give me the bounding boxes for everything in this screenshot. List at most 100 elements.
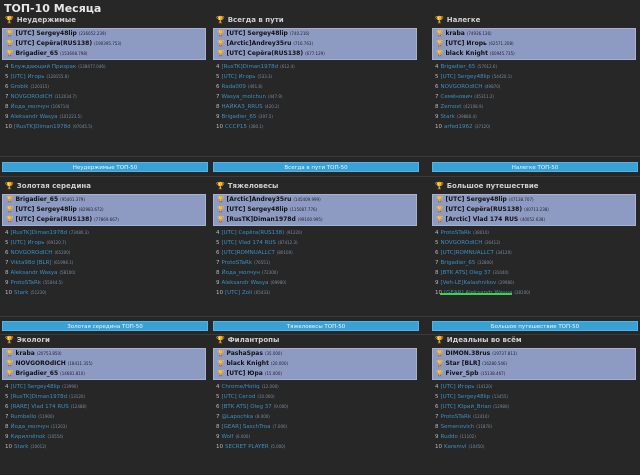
list-item[interactable]: 10 СССР15 (380.1) — [213, 122, 417, 132]
player-name[interactable]: [UTC] Юра — [226, 370, 262, 377]
top3-row[interactable]: 🏆 [UTC] Cepёra(RUS138) (190395.753) — [3, 39, 205, 49]
top50-button[interactable]: Неудержимые ТОП-50 — [2, 162, 208, 172]
player-link[interactable]: Ruddo — [441, 434, 458, 440]
top3-row[interactable]: 🏆 [UTC] Sergey48lip (47138.707) — [433, 195, 635, 205]
player-link[interactable]: [RusTK]Diman1978d — [14, 124, 71, 130]
list-item[interactable]: 9 Brigadier_65 (397.5) — [213, 112, 417, 122]
player-link[interactable]: Brigadier_65 — [441, 64, 476, 70]
player-name[interactable]: NOVGOROdICH — [15, 360, 65, 367]
player-link[interactable]: Chrome/Hotiq — [222, 384, 260, 390]
list-item[interactable]: 7 ProtoSTaRk (76551) — [213, 258, 417, 268]
list-item[interactable]: 9 Кириллёnok (10554) — [2, 432, 206, 442]
list-item[interactable]: 10 Stark (51230) — [2, 288, 206, 298]
player-link[interactable]: Aleksandr Wasya — [11, 270, 58, 276]
player-link[interactable]: arfed1962 — [444, 124, 472, 130]
player-link[interactable]: СССР15 — [225, 124, 247, 130]
list-item[interactable]: 6 [UTC] Юрий_Brian (12980) — [432, 402, 636, 412]
top3-row[interactable]: 🏆 [UTC] Cepёra(RUS138) (677.129) — [214, 49, 416, 59]
player-link[interactable]: [UTC] Юрий_Brian — [441, 404, 492, 410]
top3-row[interactable]: 🏆 [RusTK]Diman1978d (99160.995) — [214, 215, 416, 225]
player-link[interactable]: Йода_молчун — [222, 270, 261, 276]
list-item[interactable]: 8 Zemost (42108.9) — [432, 102, 636, 112]
list-item[interactable]: 6 [RARE] Vlad 174 RUS (12488) — [2, 402, 206, 412]
top3-row[interactable]: 🏆 kraba (20753.850) — [3, 349, 205, 359]
player-link[interactable]: NOVGOROdICH — [11, 250, 53, 256]
list-item[interactable]: 9 Aleksandr Wasya (101223.5) — [2, 112, 206, 122]
player-link[interactable]: Semenovich — [441, 424, 475, 430]
top3-row[interactable]: 🏆 [UTC] Игорь (62571.208) — [433, 39, 635, 49]
player-name[interactable]: [UTC] Cepёra(RUS138) — [15, 216, 92, 223]
top50-button[interactable]: Налегке ТОП-50 — [432, 162, 638, 172]
player-link[interactable]: [RusTK]Diman1978d — [222, 64, 279, 70]
player-name[interactable]: [Arctic]Andrey35ru — [226, 196, 291, 203]
player-link[interactable]: Stark — [14, 290, 28, 296]
player-link[interactable]: Vikta98d [BLR] — [11, 260, 52, 266]
top3-row[interactable]: 🏆 Brigadier_65 (153608.798) — [3, 49, 205, 59]
list-item[interactable]: 5 [UTC] Сегоd (10.000) — [213, 392, 417, 402]
list-item[interactable]: 8 Йода_молчун (11203) — [2, 422, 206, 432]
player-name[interactable]: PashaSpas — [226, 350, 262, 357]
top50-button[interactable]: Всегда в пути ТОП-50 — [213, 162, 419, 172]
list-item[interactable]: 4 Chrome/Hotiq (12.000) — [213, 382, 417, 392]
player-link[interactable]: Rumbello — [11, 414, 37, 420]
player-link[interactable]: НАЙКАЗ_RRUS — [222, 104, 263, 110]
player-link[interactable]: Wasya_molchun — [222, 94, 266, 100]
player-name[interactable]: black Knight — [226, 360, 268, 367]
player-link[interactable]: ProtoSTaRk — [222, 260, 253, 266]
list-item[interactable]: 5 [UTC] Игорь (533.3) — [213, 72, 417, 82]
player-link[interactable]: Rada009 — [222, 84, 246, 90]
list-item[interactable]: 6 NOVGOROdICH (65200) — [2, 248, 206, 258]
player-link[interactable]: NOVGOROdICH — [11, 94, 53, 100]
list-item[interactable]: 7 Vikta98d [BLR] (61998.1) — [2, 258, 206, 268]
player-link[interactable]: [UTC] Cepёra(RUS138) — [222, 230, 285, 236]
list-item[interactable]: 4 [UTC] Cepёra(RUS138) (91220) — [213, 228, 417, 238]
top3-row[interactable]: 🏆 NOVGOROdICH (18411.355) — [3, 359, 205, 369]
list-item[interactable]: 5 NOVGOROdICH (36412) — [432, 238, 636, 248]
player-link[interactable]: [RARE] Vlad 174 RUS — [11, 404, 69, 410]
top3-row[interactable]: 🏆 Brigadier_65 (95401.379) — [3, 195, 205, 205]
player-link[interactable]: [UTC]ROMNUALLCT — [441, 250, 494, 256]
list-item[interactable]: 6 [UTC]ROMNUALLCT (34120) — [432, 248, 636, 258]
player-link[interactable]: [UTC] Игорь — [441, 384, 475, 390]
player-name[interactable]: Brigadier_65 — [15, 196, 58, 203]
list-item[interactable]: 5 [UTC] Sergey48lip (54420.1) — [432, 72, 636, 82]
player-name[interactable]: [Arctic]Andrey35ru — [226, 40, 291, 47]
player-name[interactable]: [UTC] Sergey48lip — [15, 206, 76, 213]
player-link[interactable]: Йода_молчун — [11, 104, 50, 110]
player-link[interactable]: [UTC] Sergey48lip — [441, 394, 491, 400]
list-item[interactable]: 6 [BTK ATS] Oleg 37 (9.000) — [213, 402, 417, 412]
player-link[interactable]: [RusTK]Diman1978d — [11, 230, 68, 236]
top50-button[interactable]: Большое путешествие ТОП-50 — [432, 321, 638, 331]
player-link[interactable]: [GEAR] SaschTroa — [222, 424, 271, 430]
player-link[interactable]: [RusTK]Diman1978d — [11, 394, 68, 400]
player-link[interactable]: Блуждающий Призрак — [11, 64, 77, 70]
player-name[interactable]: [UTC] Cepёra(RUS138) — [15, 40, 92, 47]
player-name[interactable]: black Knight — [445, 50, 487, 57]
player-link[interactable]: Brigadier_65 — [222, 114, 257, 120]
top3-row[interactable]: 🏆 [UTC] Sergey48lip (740.216) — [214, 29, 416, 39]
player-link[interactable]: [UTC] Vlad 174 RUS — [222, 240, 276, 246]
player-name[interactable]: [RusTK]Diman1978d — [226, 216, 295, 223]
player-name[interactable]: kraba — [445, 30, 464, 37]
player-link[interactable]: @Lapochka — [222, 414, 254, 420]
top50-button[interactable]: Тяжеловесы ТОП-50 — [213, 321, 419, 331]
list-item[interactable]: 8 Aleksandr Wasya (58100) — [2, 268, 206, 278]
player-name[interactable]: Fiver_Spb — [445, 370, 478, 377]
player-link[interactable]: NOVGOROdICH — [441, 240, 483, 246]
list-item[interactable]: 7 @Lapochka (8.000) — [213, 412, 417, 422]
top3-row[interactable]: 🏆 [Arctic]Andrey35ru (145409.999) — [214, 195, 416, 205]
list-item[interactable]: 7 Brigadier_65 (32800) — [432, 258, 636, 268]
list-item[interactable]: 4 Brigadier_65 (57012.6) — [432, 62, 636, 72]
top3-row[interactable]: 🏆 DIMON.38rus (19737.813) — [433, 349, 635, 359]
top3-row[interactable]: 🏆 black Knight (20.000) — [214, 359, 416, 369]
list-item[interactable]: 7 Wasya_molchun (447.9) — [213, 92, 417, 102]
player-link[interactable]: [UTC]ROMNUALLCT — [222, 250, 275, 256]
player-link[interactable]: [Veh-LE]Kalashnikov — [441, 280, 497, 286]
list-item[interactable]: 6 [UTC]ROMNUALLCT (80100) — [213, 248, 417, 258]
top3-row[interactable]: 🏆 kraba (74936.136) — [433, 29, 635, 39]
list-item[interactable]: 8 Йода_молчун (106714) — [2, 102, 206, 112]
top3-row[interactable]: 🏆 [UTC] Sergey48lip (236052.239) — [3, 29, 205, 39]
player-link[interactable]: [UTC] Zoli — [225, 290, 252, 296]
player-link[interactable]: Stark — [441, 114, 455, 120]
list-item[interactable]: 7 ProtoSTaRk (12410) — [432, 412, 636, 422]
